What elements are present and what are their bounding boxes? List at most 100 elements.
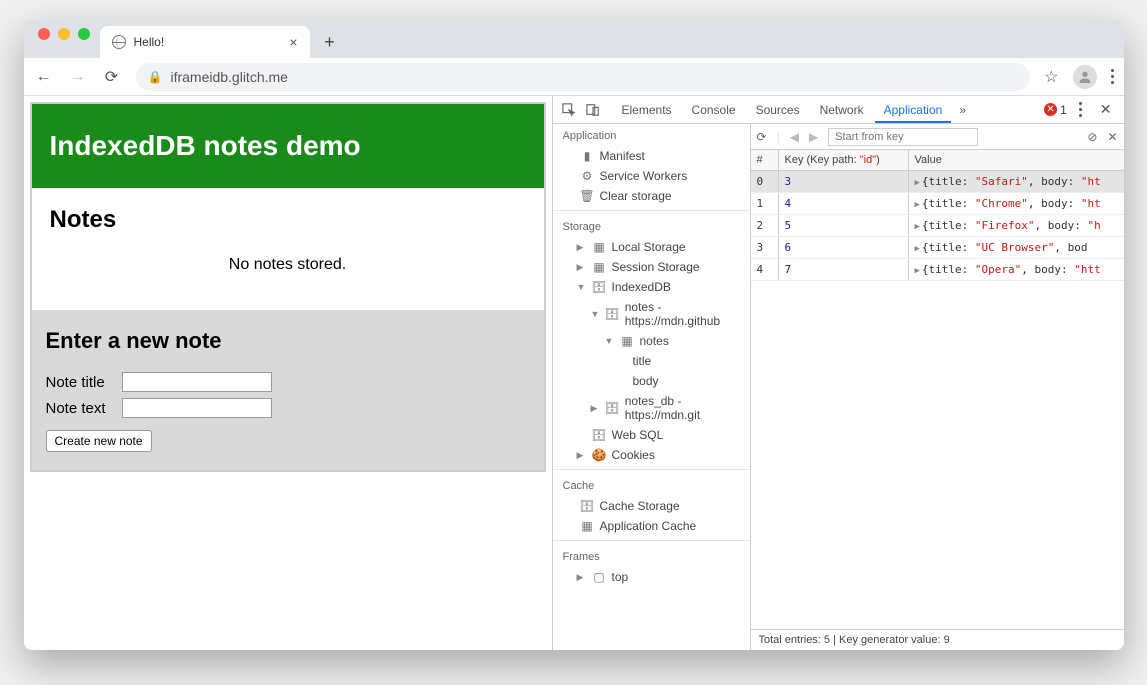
sidebar-item-notes-store[interactable]: ▼▦notes xyxy=(553,331,750,351)
globe-icon xyxy=(112,35,126,49)
collapse-icon: ▼ xyxy=(605,336,615,346)
tab-elements[interactable]: Elements xyxy=(613,97,681,123)
sidebar-item-websql[interactable]: ▶🗄Web SQL xyxy=(553,425,750,445)
trash-icon: 🗑 xyxy=(581,189,594,203)
sidebar-item-body-index[interactable]: body xyxy=(553,371,750,391)
expand-icon: ▶ xyxy=(577,572,587,583)
devtools-tabs: Elements Console Sources Network Applica… xyxy=(613,97,952,123)
sidebar-item-local-storage[interactable]: ▶▦Local Storage xyxy=(553,237,750,257)
tab-title: Hello! xyxy=(134,35,165,49)
url-field[interactable]: 🔒 iframeidb.glitch.me xyxy=(136,63,1031,91)
sidebar-item-cache-storage[interactable]: 🗄Cache Storage xyxy=(553,496,750,516)
window-close-button[interactable] xyxy=(38,28,50,40)
next-page-button[interactable]: ▶ xyxy=(809,130,818,144)
sidebar-item-cookies[interactable]: ▶🍪Cookies xyxy=(553,445,750,465)
back-button[interactable]: ← xyxy=(34,68,54,86)
sidebar-item-manifest[interactable]: ▮Manifest xyxy=(553,146,750,166)
devtools-close-button[interactable]: ✕ xyxy=(1094,101,1118,118)
col-value[interactable]: Value xyxy=(909,150,1124,170)
more-tabs-button[interactable]: » xyxy=(955,103,970,117)
tab-bar: Hello! × + xyxy=(24,20,1124,58)
clear-button[interactable]: ⊘ xyxy=(1087,130,1097,144)
reload-button[interactable]: ⟳ xyxy=(102,67,122,87)
storage-icon: ▦ xyxy=(593,240,606,254)
traffic-lights xyxy=(32,28,100,50)
table-row[interactable]: 25▶{title: "Firefox", body: "h xyxy=(751,215,1124,237)
devtools-menu-button[interactable] xyxy=(1079,102,1082,117)
tab-application[interactable]: Application xyxy=(875,97,952,123)
gear-icon: ⚙ xyxy=(581,169,594,183)
status-bar: Total entries: 5 | Key generator value: … xyxy=(751,629,1124,650)
note-text-label: Note text xyxy=(46,400,116,417)
expand-icon: ▶ xyxy=(577,242,587,253)
window-minimize-button[interactable] xyxy=(58,28,70,40)
sidebar-item-clear-storage[interactable]: 🗑Clear storage xyxy=(553,186,750,206)
content-area: IndexedDB notes demo Notes No notes stor… xyxy=(24,96,1124,650)
col-index[interactable]: # xyxy=(751,150,779,170)
sidebar-item-notes-db2[interactable]: ▶🗄notes_db - https://mdn.git xyxy=(553,391,750,425)
indexeddb-data-pane: ⟳ | ◀ ▶ ⊘ ✕ # Key (Key path: "id") Va xyxy=(751,124,1124,650)
tab-network[interactable]: Network xyxy=(811,97,873,123)
table-row[interactable]: 03▶{title: "Safari", body: "ht xyxy=(751,171,1124,193)
note-title-label: Note title xyxy=(46,374,116,391)
tab-sources[interactable]: Sources xyxy=(747,97,809,123)
expand-icon: ▶ xyxy=(577,262,587,273)
browser-menu-button[interactable] xyxy=(1111,69,1114,84)
page-viewport: IndexedDB notes demo Notes No notes stor… xyxy=(24,96,552,650)
note-text-input[interactable] xyxy=(122,398,272,418)
form-heading: Enter a new note xyxy=(46,328,530,354)
create-note-button[interactable]: Create new note xyxy=(46,430,152,452)
url-text: iframeidb.glitch.me xyxy=(170,69,288,85)
page-title: IndexedDB notes demo xyxy=(32,104,544,188)
sidebar-item-indexeddb[interactable]: ▼🗄IndexedDB xyxy=(553,277,750,297)
sidebar-group-application: Application xyxy=(553,124,750,146)
table-header: # Key (Key path: "id") Value xyxy=(751,150,1124,171)
error-count: 1 xyxy=(1060,103,1067,117)
device-toggle-icon[interactable] xyxy=(583,100,603,120)
sidebar-group-cache: Cache xyxy=(553,474,750,496)
col-key[interactable]: Key (Key path: "id") xyxy=(779,150,909,170)
application-sidebar: Application ▮Manifest ⚙Service Workers 🗑… xyxy=(553,124,751,650)
table-row[interactable]: 36▶{title: "UC Browser", bod xyxy=(751,237,1124,259)
sidebar-item-title-index[interactable]: title xyxy=(553,351,750,371)
sidebar-item-notes-db[interactable]: ▼🗄notes - https://mdn.github xyxy=(553,297,750,331)
error-indicator[interactable]: ✕ 1 xyxy=(1044,103,1067,117)
sidebar-item-app-cache[interactable]: ▦Application Cache xyxy=(553,516,750,536)
delete-button[interactable]: ✕ xyxy=(1107,130,1117,144)
start-from-key-input[interactable] xyxy=(828,128,978,146)
manifest-icon: ▮ xyxy=(581,149,594,163)
sidebar-item-frame-top[interactable]: ▶▢top xyxy=(553,567,750,587)
bookmark-button[interactable]: ☆ xyxy=(1044,67,1058,87)
sidebar-group-storage: Storage xyxy=(553,215,750,237)
sidebar-item-session-storage[interactable]: ▶▦Session Storage xyxy=(553,257,750,277)
new-tab-button[interactable]: + xyxy=(316,28,344,56)
forward-button[interactable]: → xyxy=(68,68,88,86)
sidebar-group-frames: Frames xyxy=(553,545,750,567)
inspect-icon[interactable] xyxy=(559,100,579,120)
storage-icon: ▦ xyxy=(581,519,594,533)
frame-icon: ▢ xyxy=(593,570,606,584)
database-icon: 🗄 xyxy=(606,401,619,415)
database-icon: 🗄 xyxy=(581,499,594,513)
database-icon: 🗄 xyxy=(593,428,606,442)
tab-close-button[interactable]: × xyxy=(289,34,297,50)
browser-tab[interactable]: Hello! × xyxy=(100,26,310,58)
devtools-tabbar: Elements Console Sources Network Applica… xyxy=(553,96,1124,124)
expand-icon: ▶ xyxy=(577,450,587,461)
data-table: # Key (Key path: "id") Value 03▶{title: … xyxy=(751,150,1124,629)
browser-window: Hello! × + ← → ⟳ 🔒 iframeidb.glitch.me ☆… xyxy=(24,20,1124,650)
no-notes-text: No notes stored. xyxy=(50,250,526,292)
collapse-icon: ▼ xyxy=(591,309,600,319)
refresh-button[interactable]: ⟳ xyxy=(757,130,767,144)
table-row[interactable]: 14▶{title: "Chrome", body: "ht xyxy=(751,193,1124,215)
window-maximize-button[interactable] xyxy=(78,28,90,40)
prev-page-button[interactable]: ◀ xyxy=(790,130,799,144)
cookie-icon: 🍪 xyxy=(593,448,606,462)
profile-button[interactable] xyxy=(1073,65,1097,89)
note-title-input[interactable] xyxy=(122,372,272,392)
table-icon: ▦ xyxy=(621,334,634,348)
table-row[interactable]: 47▶{title: "Opera", body: "htt xyxy=(751,259,1124,281)
tab-console[interactable]: Console xyxy=(683,97,745,123)
sidebar-item-service-workers[interactable]: ⚙Service Workers xyxy=(553,166,750,186)
notes-heading: Notes xyxy=(50,206,526,234)
